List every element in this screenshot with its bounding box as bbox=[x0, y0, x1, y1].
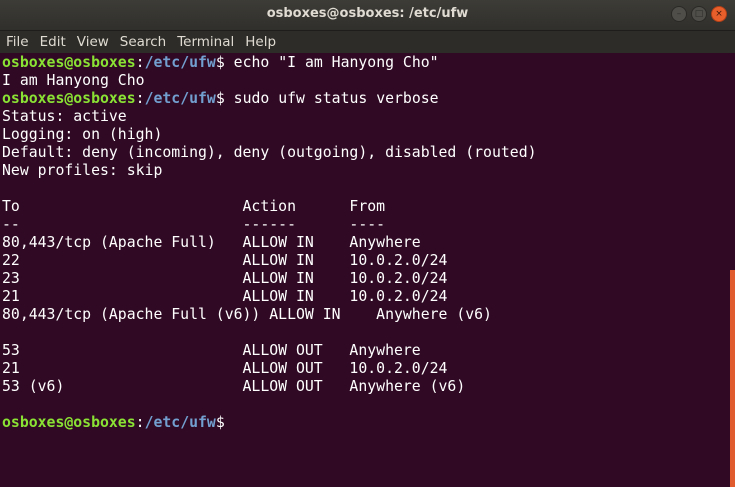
minimize-icon: – bbox=[676, 8, 682, 19]
cursor bbox=[225, 414, 233, 430]
close-button[interactable]: × bbox=[711, 6, 727, 22]
prompt-user-host: osboxes@osboxes bbox=[2, 414, 136, 431]
terminal-window: osboxes@osboxes: /etc/ufw – □ × File Edi… bbox=[0, 0, 735, 487]
maximize-button[interactable]: □ bbox=[691, 6, 707, 22]
output-line: 23 ALLOW IN 10.0.2.0/24 bbox=[2, 270, 448, 287]
terminal-output[interactable]: osboxes@osboxes:/etc/ufw$ echo "I am Han… bbox=[2, 54, 727, 487]
prompt-path: /etc/ufw bbox=[144, 54, 216, 71]
command-text: echo "I am Hanyong Cho" bbox=[224, 54, 439, 71]
menu-terminal[interactable]: Terminal bbox=[173, 34, 238, 50]
prompt-line: osboxes@osboxes:/etc/ufw$ echo "I am Han… bbox=[2, 54, 727, 72]
prompt-line: osboxes@osboxes:/etc/ufw$ sudo ufw statu… bbox=[2, 90, 727, 108]
prompt-line: osboxes@osboxes:/etc/ufw$ bbox=[2, 414, 727, 432]
menu-bar: File Edit View Search Terminal Help bbox=[0, 31, 735, 53]
minimize-button[interactable]: – bbox=[671, 6, 687, 22]
output-line: 53 ALLOW OUT Anywhere bbox=[2, 342, 421, 359]
prompt-path: /etc/ufw bbox=[144, 90, 216, 107]
prompt-path: /etc/ufw bbox=[144, 414, 216, 431]
command-text: sudo ufw status verbose bbox=[224, 90, 439, 107]
output-line: 80,443/tcp (Apache Full) ALLOW IN Anywhe… bbox=[2, 234, 421, 251]
prompt-symbol: $ bbox=[215, 414, 225, 431]
title-bar[interactable]: osboxes@osboxes: /etc/ufw – □ × bbox=[0, 0, 735, 31]
menu-edit[interactable]: Edit bbox=[36, 34, 70, 50]
output-line: 80,443/tcp (Apache Full (v6)) ALLOW IN A… bbox=[2, 306, 492, 323]
output-line: -- ------ ---- bbox=[2, 216, 386, 233]
scrollbar-thumb[interactable] bbox=[730, 270, 735, 487]
menu-search[interactable]: Search bbox=[116, 34, 170, 50]
maximize-icon: □ bbox=[694, 8, 704, 19]
output-line: 21 ALLOW IN 10.0.2.0/24 bbox=[2, 288, 448, 305]
prompt-user-host: osboxes@osboxes bbox=[2, 90, 136, 107]
output-line: 53 (v6) ALLOW OUT Anywhere (v6) bbox=[2, 378, 466, 395]
output-line: 21 ALLOW OUT 10.0.2.0/24 bbox=[2, 360, 448, 377]
close-icon: × bbox=[715, 8, 723, 19]
output-line: 22 ALLOW IN 10.0.2.0/24 bbox=[2, 252, 448, 269]
prompt-user-host: osboxes@osboxes bbox=[2, 54, 136, 71]
output-line: Status: active bbox=[2, 108, 127, 125]
output-line: Logging: on (high) bbox=[2, 126, 163, 143]
prompt-colon: : bbox=[135, 414, 145, 431]
menu-help[interactable]: Help bbox=[241, 34, 280, 50]
window-title: osboxes@osboxes: /etc/ufw bbox=[266, 6, 469, 21]
output-line: To Action From bbox=[2, 198, 386, 215]
prompt-colon: : bbox=[135, 90, 145, 107]
menu-view[interactable]: View bbox=[73, 34, 113, 50]
menu-file[interactable]: File bbox=[2, 34, 33, 50]
output-line: Default: deny (incoming), deny (outgoing… bbox=[2, 144, 537, 161]
window-controls: – □ × bbox=[671, 6, 727, 22]
output-line: I am Hanyong Cho bbox=[2, 72, 145, 89]
prompt-symbol: $ bbox=[215, 90, 225, 107]
output-line: New profiles: skip bbox=[2, 162, 163, 179]
prompt-colon: : bbox=[135, 54, 145, 71]
prompt-symbol: $ bbox=[215, 54, 225, 71]
